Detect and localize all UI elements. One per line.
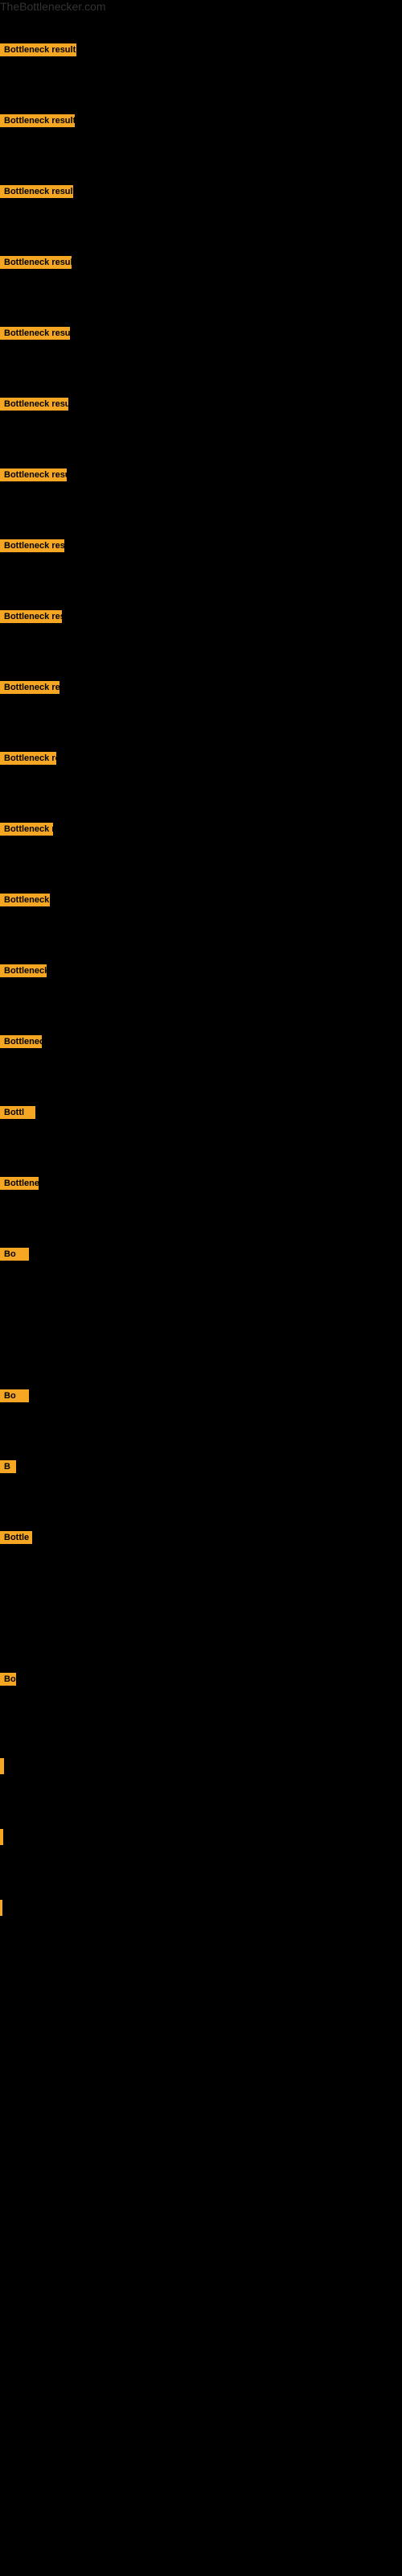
bottleneck-row-6: Bottleneck result bbox=[0, 369, 402, 440]
bottleneck-row-15: Bottleneck bbox=[0, 1006, 402, 1077]
bottleneck-label-1: Bottleneck result bbox=[0, 43, 76, 56]
bottleneck-row-11: Bottleneck resu bbox=[0, 723, 402, 794]
bottleneck-row-19 bbox=[0, 1290, 402, 1360]
bottleneck-label-15: Bottleneck bbox=[0, 1035, 42, 1048]
bottleneck-row-5: Bottleneck result bbox=[0, 298, 402, 369]
bottleneck-label-14: Bottleneck re bbox=[0, 964, 47, 977]
small-bar-3 bbox=[0, 1900, 2, 1916]
small-bar-row-1 bbox=[0, 1731, 402, 1802]
bottleneck-row-13: Bottleneck res bbox=[0, 865, 402, 935]
bottleneck-label-6: Bottleneck result bbox=[0, 398, 68, 411]
bottleneck-row-7: Bottleneck result bbox=[0, 440, 402, 510]
bottleneck-row-4: Bottleneck result bbox=[0, 227, 402, 298]
bottleneck-label-13: Bottleneck res bbox=[0, 894, 50, 906]
site-title: TheBottlenecker.com bbox=[0, 0, 402, 14]
bottleneck-row-9: Bottleneck result bbox=[0, 581, 402, 652]
bottleneck-row-16: Bottl bbox=[0, 1077, 402, 1148]
small-bar-2 bbox=[0, 1829, 3, 1845]
bottleneck-row-10: Bottleneck result bbox=[0, 652, 402, 723]
bottleneck-label-8: Bottleneck result bbox=[0, 539, 64, 552]
bottleneck-label-12: Bottleneck res bbox=[0, 823, 53, 836]
bottleneck-row-21: B bbox=[0, 1431, 402, 1502]
bottleneck-label-22: Bottle bbox=[0, 1531, 32, 1544]
bottleneck-label-11: Bottleneck resu bbox=[0, 752, 56, 765]
bottleneck-row-22: Bottle bbox=[0, 1502, 402, 1573]
bottleneck-label-5: Bottleneck result bbox=[0, 327, 70, 340]
bottleneck-row-18: Bo bbox=[0, 1219, 402, 1290]
bottleneck-label-10: Bottleneck result bbox=[0, 681, 59, 694]
small-bar-row-2 bbox=[0, 1802, 402, 1872]
bottleneck-label-18: Bo bbox=[0, 1248, 29, 1261]
bottleneck-row-3: Bottleneck result bbox=[0, 156, 402, 227]
bottleneck-row-2: Bottleneck result bbox=[0, 85, 402, 156]
bottleneck-row-17: Bottlene bbox=[0, 1148, 402, 1219]
bottom-bars-container bbox=[0, 1731, 402, 1943]
bottleneck-label-3: Bottleneck result bbox=[0, 185, 73, 198]
bottleneck-label-4: Bottleneck result bbox=[0, 256, 72, 269]
bottleneck-row-12: Bottleneck res bbox=[0, 794, 402, 865]
bottleneck-label-9: Bottleneck result bbox=[0, 610, 62, 623]
bottleneck-row-20: Bo bbox=[0, 1360, 402, 1431]
bottleneck-row-1: Bottleneck result bbox=[0, 14, 402, 85]
small-bar-1 bbox=[0, 1758, 4, 1774]
bottleneck-label-20: Bo bbox=[0, 1389, 29, 1402]
bottleneck-label-7: Bottleneck result bbox=[0, 469, 67, 481]
bottleneck-row-24: Bo bbox=[0, 1644, 402, 1715]
bottleneck-label-24: Bo bbox=[0, 1673, 16, 1686]
bottleneck-label-17: Bottlene bbox=[0, 1177, 39, 1190]
rows-container: Bottleneck result Bottleneck result Bottle… bbox=[0, 14, 402, 1715]
bottleneck-label-21: B bbox=[0, 1460, 16, 1473]
small-bar-row-3 bbox=[0, 1872, 402, 1943]
bottleneck-row-23 bbox=[0, 1573, 402, 1644]
bottleneck-row-8: Bottleneck result bbox=[0, 510, 402, 581]
bottleneck-label-16: Bottl bbox=[0, 1106, 35, 1119]
bottleneck-label-2: Bottleneck result bbox=[0, 114, 75, 127]
bottleneck-row-14: Bottleneck re bbox=[0, 935, 402, 1006]
